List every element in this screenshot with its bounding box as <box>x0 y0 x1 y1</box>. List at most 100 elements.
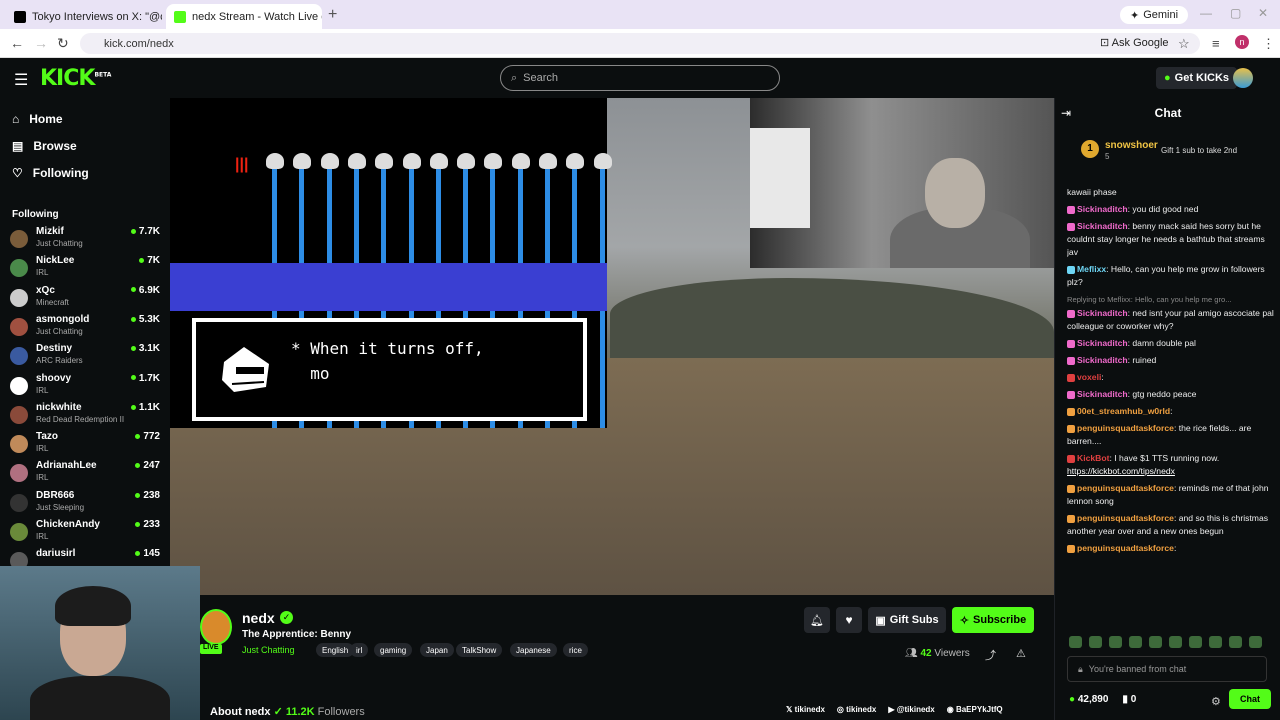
subscribe-button[interactable]: ✧ Subscribe <box>952 607 1034 633</box>
chat-settings-icon[interactable]: ⚙ <box>1211 695 1221 708</box>
chat-username[interactable]: Sickinaditch <box>1077 308 1128 318</box>
tag-chip[interactable]: Japan <box>420 643 454 657</box>
emote-icon[interactable] <box>1069 636 1082 648</box>
bookmark-star-icon[interactable]: ☆ <box>1178 36 1190 52</box>
tag-chip[interactable]: irl <box>350 643 369 657</box>
chat-username[interactable]: penguinsquadtaskforce <box>1077 543 1174 553</box>
gift-subs-button[interactable]: ▣ Gift Subs <box>868 607 946 633</box>
report-icon[interactable]: ⚠ <box>1016 647 1026 660</box>
instagram-link[interactable]: ◎ tikinedx <box>837 705 876 714</box>
following-item[interactable]: asmongold Just Chatting 5.3K <box>10 314 160 342</box>
gemini-button[interactable]: ✦ Gemini <box>1120 6 1189 24</box>
discord-handle: BaEPYkJtfQ <box>955 705 1003 714</box>
sidebar-item-following[interactable]: ♡ Following <box>12 166 89 180</box>
video-player[interactable]: ||| * When it turns off, mo <box>170 98 1054 595</box>
sidebar-item-browse[interactable]: ▤ Browse <box>12 139 77 153</box>
x-link[interactable]: 𝕏 tikinedx <box>786 705 825 714</box>
extensions-icon[interactable]: ≡ <box>1212 36 1220 51</box>
channel-category: Just Chatting <box>36 239 83 248</box>
viewer-count: 7.7K <box>131 226 160 237</box>
tag-chip[interactable]: rice <box>563 643 588 657</box>
tag-chip[interactable]: Japanese <box>510 643 557 657</box>
kick-logo[interactable]: KICKBETA <box>40 66 111 91</box>
emote-icon[interactable] <box>1209 636 1222 648</box>
chat-username[interactable]: KickBot <box>1077 453 1109 463</box>
browser-tab-active[interactable]: nedx Stream - Watch Live o ✕ <box>166 4 322 29</box>
back-icon[interactable]: ← <box>10 35 24 51</box>
search-icon: ⌕ <box>511 71 518 84</box>
game-spike <box>266 153 284 169</box>
gifter-name[interactable]: snowshoer <box>1105 140 1158 151</box>
star-icon: ✧ <box>959 614 970 627</box>
channel-avatar[interactable] <box>200 609 232 645</box>
channel-name[interactable]: nedx <box>242 610 275 626</box>
chat-username[interactable]: Sickinaditch <box>1077 355 1128 365</box>
chat-username[interactable]: Sickinaditch <box>1077 389 1128 399</box>
points-balance[interactable]: ▮ 0 <box>1122 694 1136 705</box>
chat-username[interactable]: penguinsquadtaskforce <box>1077 483 1174 493</box>
following-item[interactable]: nickwhite Red Dead Redemption II 1.1K <box>10 402 160 430</box>
get-kicks-button[interactable]: ● Get KICKs <box>1156 67 1238 89</box>
url-text: kick.com/nedx <box>104 37 174 50</box>
share-icon[interactable]: ⤴ <box>985 647 996 663</box>
discord-link[interactable]: ◉ BaEPYkJtfQ <box>947 705 1003 714</box>
following-item[interactable]: Tazo IRL 772 <box>10 431 160 459</box>
badge-icon <box>1067 407 1075 416</box>
chat-username[interactable]: penguinsquadtaskforce <box>1077 423 1174 433</box>
chat-text: ruined <box>1132 355 1157 365</box>
user-avatar[interactable] <box>1233 68 1253 88</box>
chat-username[interactable]: penguinsquadtaskforce <box>1077 513 1174 523</box>
emote-icon[interactable] <box>1109 636 1122 648</box>
chat-username[interactable]: Sickinaditch <box>1077 221 1128 231</box>
forward-icon[interactable]: → <box>34 35 48 51</box>
chat-username[interactable]: 00et_streamhub_w0rld <box>1077 406 1170 416</box>
chat-username[interactable]: Sickinaditch <box>1077 338 1128 348</box>
browser-tab[interactable]: Tokyo Interviews on X: "@calli ✕ <box>6 4 162 29</box>
chat-text: I have $1 TTS running now. <box>1114 453 1220 463</box>
chat-send-button[interactable]: Chat <box>1229 689 1271 709</box>
following-item[interactable]: shoovy IRL 1.7K <box>10 373 160 401</box>
following-item[interactable]: DBR666 Just Sleeping 238 <box>10 490 160 518</box>
channel-category: IRL <box>36 444 49 454</box>
url-field[interactable]: kick.com/nedx <box>80 33 1200 54</box>
following-item[interactable]: AdrianahLee IRL 247 <box>10 460 160 488</box>
reload-icon[interactable]: ↻ <box>57 35 69 52</box>
tag-chip[interactable]: TalkShow <box>456 643 503 657</box>
tag-chip[interactable]: English <box>316 643 355 657</box>
following-item[interactable]: xQc Minecraft 6.9K <box>10 285 160 313</box>
maximize-icon[interactable]: ▢ <box>1230 6 1241 20</box>
hamburger-menu-icon[interactable]: ☰ <box>14 70 28 90</box>
following-item[interactable]: Mizkif Just Chatting 7.7K <box>10 226 160 254</box>
badge-icon <box>1067 222 1075 231</box>
minimize-icon[interactable]: — <box>1200 6 1212 20</box>
notification-bell-button[interactable]: 🔔︎ <box>804 607 830 633</box>
sidebar-item-home[interactable]: ⌂ Home <box>12 112 63 126</box>
chat-link[interactable]: https://kickbot.com/tips/nedx <box>1067 466 1175 476</box>
browser-profile-avatar[interactable]: n <box>1235 35 1249 49</box>
emote-icon[interactable] <box>1089 636 1102 648</box>
emote-icon[interactable] <box>1129 636 1142 648</box>
emote-icon[interactable] <box>1229 636 1242 648</box>
search-input[interactable]: ⌕ Search <box>500 65 780 91</box>
chat-username[interactable]: Meflixx <box>1077 264 1106 274</box>
stream-category[interactable]: Just Chatting <box>242 645 295 655</box>
emote-icon[interactable] <box>1249 636 1262 648</box>
new-tab-button[interactable]: + <box>328 6 337 24</box>
kicks-balance[interactable]: ● 42,890 <box>1069 694 1108 705</box>
emote-icon[interactable] <box>1169 636 1182 648</box>
follow-heart-button[interactable]: ♥ <box>836 607 862 633</box>
gift-sub-cta[interactable]: Gift 1 sub to take 2nd <box>1161 146 1237 155</box>
menu-kebab-icon[interactable]: ⋮ <box>1262 36 1275 52</box>
following-item[interactable]: ChickenAndy IRL 233 <box>10 519 160 547</box>
tag-chip[interactable]: gaming <box>374 643 413 657</box>
get-kicks-label: Get KICKs <box>1174 72 1230 84</box>
chat-username[interactable]: Sickinaditch <box>1077 204 1128 214</box>
youtube-link[interactable]: ▶ @tikinedx <box>888 705 934 714</box>
emote-icon[interactable] <box>1149 636 1162 648</box>
chat-username[interactable]: voxeli <box>1077 372 1101 382</box>
close-window-icon[interactable]: ✕ <box>1258 6 1268 20</box>
following-item[interactable]: NickLee IRL 7K <box>10 255 160 283</box>
emote-icon[interactable] <box>1189 636 1202 648</box>
ask-google-button[interactable]: ⊡ Ask Google <box>1100 36 1169 49</box>
following-item[interactable]: Destiny ARC Raiders 3.1K <box>10 343 160 371</box>
